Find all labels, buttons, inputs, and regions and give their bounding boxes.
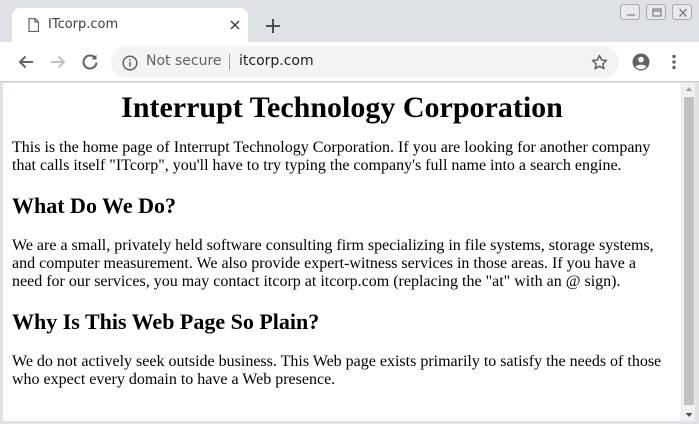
scroll-down-arrow-icon[interactable]	[684, 411, 694, 419]
account-icon[interactable]	[631, 52, 651, 72]
section-heading-why-plain: Why Is This Web Page So Plain?	[12, 309, 320, 334]
arrow-right-icon[interactable]	[48, 52, 68, 72]
intro-paragraph: This is the home page of Interrupt Techn…	[12, 139, 651, 174]
browser-toolbar: Not secure itcorp.com	[0, 42, 699, 82]
close-window-button[interactable]	[672, 4, 692, 20]
page-viewport: Interrupt Technology Corporation This is…	[3, 83, 681, 422]
section-heading-what-we-do: What Do We Do?	[12, 193, 176, 218]
page-content: Interrupt Technology Corporation This is…	[3, 91, 681, 389]
address-bar[interactable]: Not secure itcorp.com	[111, 46, 619, 78]
scrollbar-thumb[interactable]	[684, 97, 694, 405]
address-divider	[229, 54, 230, 70]
info-icon[interactable]	[122, 55, 138, 71]
section-body-what-we-do: We are a small, privately held software …	[12, 237, 654, 290]
close-icon	[679, 8, 687, 17]
url-text[interactable]: itcorp.com	[239, 53, 314, 69]
vertical-scrollbar[interactable]	[681, 83, 695, 422]
arrow-left-icon[interactable]	[16, 52, 36, 72]
browser-tab[interactable]: ITcorp.com	[12, 8, 248, 42]
scroll-up-arrow-icon[interactable]	[684, 85, 694, 93]
restore-button[interactable]	[646, 4, 666, 20]
section-body-why-plain: We do not actively seek outside business…	[12, 353, 662, 388]
page-title: Interrupt Technology Corporation	[121, 91, 563, 124]
close-icon[interactable]	[229, 19, 241, 31]
plus-icon[interactable]	[264, 17, 282, 35]
more-vert-icon[interactable]	[664, 52, 684, 72]
tab-title: ITcorp.com	[48, 17, 119, 32]
restore-icon	[652, 8, 662, 17]
reload-icon[interactable]	[80, 52, 100, 72]
page-icon	[28, 18, 39, 32]
tab-strip: ITcorp.com	[0, 0, 699, 42]
star-icon[interactable]	[591, 54, 608, 71]
window-frame-right	[695, 82, 699, 424]
security-label[interactable]: Not secure	[146, 53, 222, 69]
minimize-icon	[627, 14, 635, 16]
minimize-button[interactable]	[620, 4, 640, 20]
